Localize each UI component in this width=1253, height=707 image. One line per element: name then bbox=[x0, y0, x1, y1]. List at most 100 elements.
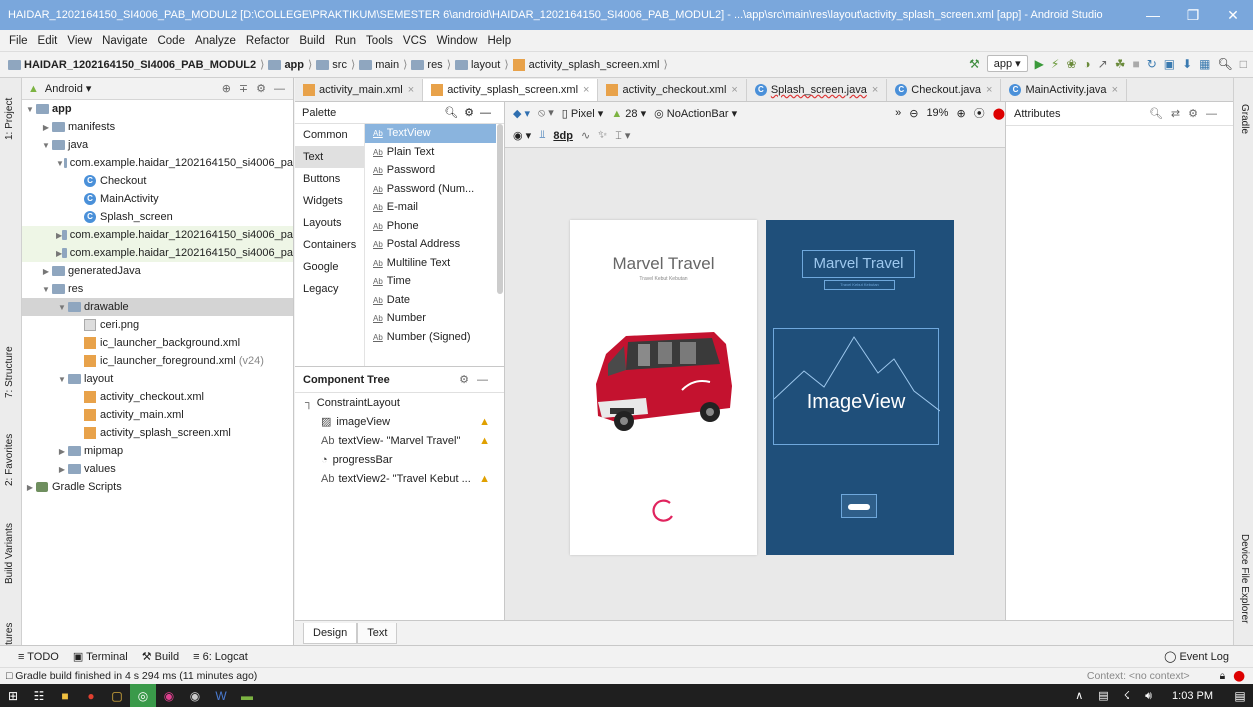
infer-constraints-icon[interactable]: ✨︎ bbox=[598, 129, 607, 142]
tab-activity-main[interactable]: activity_main.xml × bbox=[295, 79, 424, 101]
tree-item-gradle-scripts[interactable]: ▶ Gradle Scripts bbox=[22, 478, 293, 496]
minimize-icon[interactable]: — bbox=[1133, 7, 1173, 23]
tree-item-checkout[interactable]: C Checkout bbox=[22, 172, 293, 190]
tool-tab-gradle[interactable]: Gradle bbox=[1239, 104, 1250, 134]
palette-item-phone[interactable]: Ab Phone bbox=[365, 217, 496, 236]
autoconnect-icon[interactable]: ⫫ bbox=[539, 129, 545, 142]
profile-icon[interactable]: ◑ bbox=[1083, 57, 1090, 71]
task-view-icon[interactable]: ☷ bbox=[26, 684, 52, 707]
start-icon[interactable]: ⊞ bbox=[0, 684, 26, 707]
run-icon[interactable]: ▶ bbox=[1035, 57, 1044, 71]
preview-title[interactable]: Marvel Travel bbox=[570, 254, 757, 274]
breadcrumb-project[interactable]: HAIDAR_1202164150_SI4006_PAB_MODUL2 bbox=[8, 59, 256, 71]
lock-icon[interactable]: 🔒︎ bbox=[1220, 670, 1226, 683]
menu-file[interactable]: File bbox=[4, 35, 33, 47]
more-icon[interactable]: » bbox=[895, 107, 901, 119]
breadcrumb-res[interactable]: res bbox=[411, 59, 443, 71]
breadcrumb-file[interactable]: activity_splash_screen.xml bbox=[512, 58, 659, 71]
tool-tab-structure[interactable]: 7: Structure bbox=[4, 346, 15, 398]
device-select[interactable]: ▯ Pixel ▾ bbox=[562, 107, 604, 120]
chrome-icon[interactable]: ● bbox=[78, 684, 104, 707]
tab-activity-checkout[interactable]: activity_checkout.xml × bbox=[598, 79, 747, 101]
warning-icon[interactable]: ▲ bbox=[479, 473, 490, 485]
tree-item-package[interactable]: ▼ com.example.haidar_1202164150_si4006_pa bbox=[22, 154, 293, 172]
tree-item-ceri-png[interactable]: ceri.png bbox=[22, 316, 293, 334]
menu-view[interactable]: View bbox=[62, 35, 97, 47]
tab-design[interactable]: Design bbox=[303, 622, 358, 644]
component-textview[interactable]: Ab textView- "Marvel Travel" ▲ bbox=[295, 431, 504, 450]
palette-category-layouts[interactable]: Layouts bbox=[295, 212, 364, 234]
component-tree-actions[interactable]: ⚙— bbox=[459, 373, 496, 386]
project-panel-actions[interactable]: ⊕∓⚙— bbox=[222, 82, 293, 95]
preview-subtitle[interactable]: Travel Kebut Kebutan bbox=[570, 276, 757, 282]
maximize-icon[interactable]: ❐ bbox=[1173, 7, 1213, 24]
menu-run[interactable]: Run bbox=[330, 35, 361, 47]
notifications-icon[interactable]: ▤ bbox=[1227, 684, 1253, 707]
palette-category-widgets[interactable]: Widgets bbox=[295, 190, 364, 212]
run-config-select[interactable]: app ▾ bbox=[986, 55, 1028, 72]
theme-select[interactable]: ◎ NoActionBar ▾ bbox=[654, 107, 737, 120]
palette-scrollbar[interactable] bbox=[497, 124, 503, 294]
palette-category-containers[interactable]: Containers bbox=[295, 234, 364, 256]
component-imageview[interactable]: ▨ imageView ▲ bbox=[295, 412, 504, 431]
layout-icon[interactable]: □ bbox=[1240, 57, 1247, 71]
apply-changes-icon[interactable]: ⚡ bbox=[1051, 57, 1059, 71]
project-view-select[interactable]: Android ▾ bbox=[45, 82, 92, 95]
close-tab-icon[interactable]: × bbox=[1112, 84, 1118, 96]
app-icon-2[interactable]: ◉ bbox=[156, 684, 182, 707]
breadcrumb-app[interactable]: app bbox=[268, 59, 304, 71]
tree-item-package-android-test[interactable]: ▶ com.example.haidar_1202164150_si4006_pa bbox=[22, 226, 293, 244]
tab-text[interactable]: Text bbox=[357, 622, 398, 644]
breadcrumb-layout[interactable]: layout bbox=[454, 59, 500, 71]
palette-category-common[interactable]: Common bbox=[295, 124, 364, 146]
palette-item-email[interactable]: Ab E-mail bbox=[365, 198, 496, 217]
view-options-icon[interactable]: ◉ ▾ bbox=[513, 129, 531, 142]
progress-spinner[interactable] bbox=[650, 498, 676, 524]
van-image[interactable] bbox=[586, 324, 736, 436]
tree-item-activity-checkout[interactable]: activity_checkout.xml bbox=[22, 388, 293, 406]
tree-item-activity-main[interactable]: activity_main.xml bbox=[22, 406, 293, 424]
palette-item-textview[interactable]: Ab TextView bbox=[365, 124, 496, 143]
tree-item-app[interactable]: ▼ app bbox=[22, 100, 293, 118]
tool-tab-terminal[interactable]: ▣ Terminal bbox=[73, 650, 128, 663]
component-textview2[interactable]: Ab textView2- "Travel Kebut ... ▲ bbox=[295, 469, 504, 488]
tool-tab-project[interactable]: 1: Project bbox=[4, 98, 15, 140]
attach-debugger-icon[interactable]: ↗ bbox=[1098, 57, 1108, 71]
palette-item-password[interactable]: Ab Password bbox=[365, 161, 496, 180]
error-icon[interactable]: ⬤ bbox=[993, 107, 1005, 120]
warning-icon[interactable]: ▲ bbox=[479, 435, 490, 447]
close-tab-icon[interactable]: × bbox=[583, 84, 589, 96]
menu-navigate[interactable]: Navigate bbox=[97, 35, 152, 47]
tree-item-mipmap[interactable]: ▶ mipmap bbox=[22, 442, 293, 460]
palette-item-postal-address[interactable]: Ab Postal Address bbox=[365, 235, 496, 254]
tree-item-ic-launcher-foreground[interactable]: ic_launcher_foreground.xml (v24) bbox=[22, 352, 293, 370]
menu-analyze[interactable]: Analyze bbox=[190, 35, 241, 47]
tool-tab-logcat[interactable]: ≡ 6: Logcat bbox=[193, 651, 248, 663]
blueprint-imageview[interactable]: ImageView bbox=[773, 328, 940, 445]
emulator-icon[interactable]: ▬ bbox=[234, 684, 260, 707]
tool-tab-device-file-explorer[interactable]: Device File Explorer bbox=[1239, 534, 1250, 623]
tree-item-values[interactable]: ▶ values bbox=[22, 460, 293, 478]
app-icon-3[interactable]: ◉ bbox=[182, 684, 208, 707]
tab-splash-screen-java[interactable]: C Splash_screen.java × bbox=[747, 79, 888, 101]
avd-manager-icon[interactable]: ▣ bbox=[1164, 57, 1175, 71]
menu-window[interactable]: Window bbox=[432, 35, 483, 47]
tree-item-activity-splash-screen[interactable]: activity_splash_screen.xml bbox=[22, 424, 293, 442]
default-margin[interactable]: 8dp bbox=[553, 130, 573, 142]
component-progressbar[interactable]: ◔ progressBar bbox=[295, 450, 504, 469]
zoom-out-icon[interactable]: ⊖ bbox=[909, 107, 918, 120]
tree-item-drawable[interactable]: ▼ drawable bbox=[22, 298, 293, 316]
close-tab-icon[interactable]: × bbox=[986, 84, 992, 96]
close-tab-icon[interactable]: × bbox=[872, 84, 878, 96]
warning-icon[interactable]: ▲ bbox=[479, 416, 490, 428]
tree-item-splash-screen[interactable]: C Splash_screen bbox=[22, 208, 293, 226]
palette-item-multiline-text[interactable]: Ab Multiline Text bbox=[365, 254, 496, 273]
tab-mainactivity-java[interactable]: C MainActivity.java × bbox=[1001, 79, 1127, 101]
file-explorer-icon[interactable]: ■ bbox=[52, 684, 78, 707]
sync-gradle-icon[interactable]: ↻ bbox=[1147, 57, 1157, 71]
tab-checkout-java[interactable]: C Checkout.java × bbox=[887, 79, 1002, 101]
menu-edit[interactable]: Edit bbox=[33, 35, 63, 47]
blueprint-progressbar[interactable] bbox=[841, 494, 877, 518]
palette-item-time[interactable]: Ab Time bbox=[365, 272, 496, 291]
tree-item-layout[interactable]: ▼ layout bbox=[22, 370, 293, 388]
